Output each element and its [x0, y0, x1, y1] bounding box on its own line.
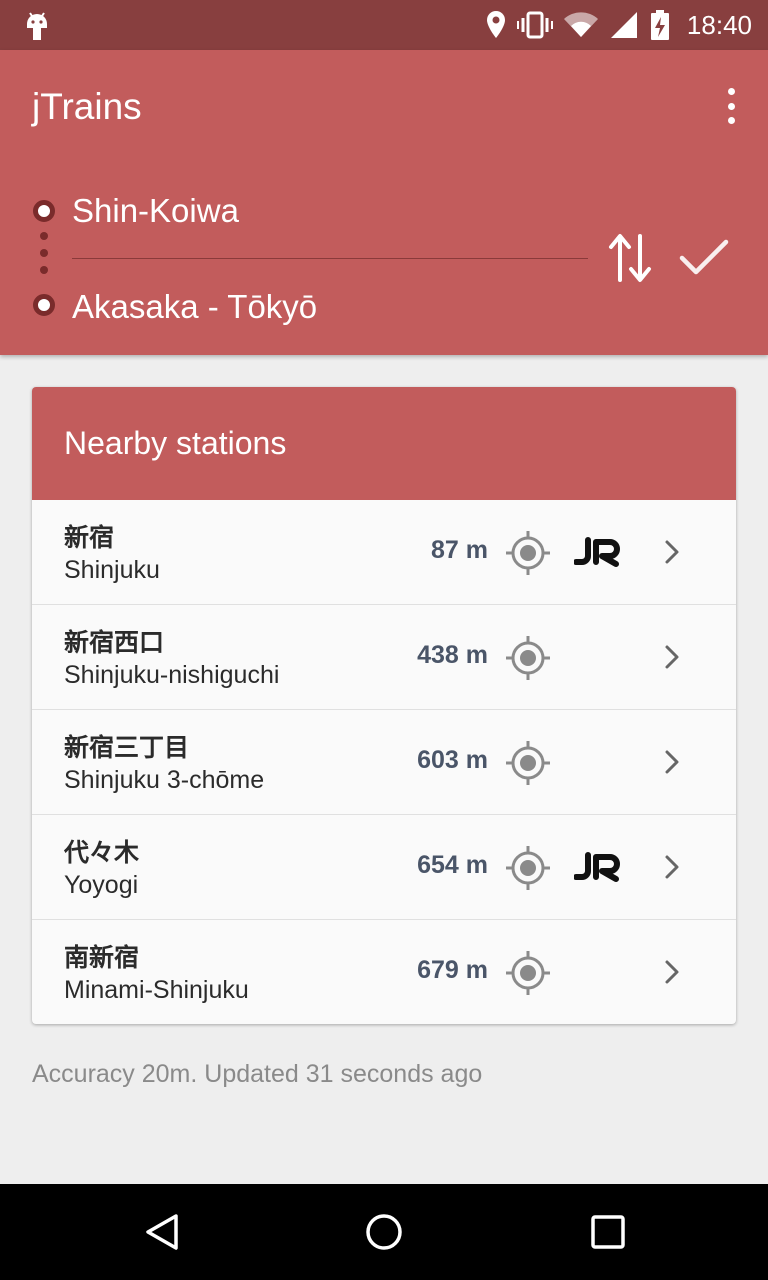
station-name-en: Minami-Shinjuku: [64, 976, 249, 1004]
station-name-jp: 新宿: [64, 523, 115, 552]
locate-icon[interactable]: [504, 634, 552, 682]
chevron-right-icon[interactable]: [658, 643, 686, 671]
station-distance: 438 m: [417, 641, 488, 669]
station-name-en: Shinjuku 3-chōme: [64, 766, 265, 794]
back-icon[interactable]: [140, 1210, 184, 1254]
wifi-icon: [563, 12, 598, 37]
status-bar: 18:40: [0, 0, 768, 50]
destination-dot-icon: [33, 294, 55, 316]
vibrate-icon: [516, 11, 553, 39]
signal-icon: [610, 12, 637, 38]
chevron-right-icon[interactable]: [658, 538, 686, 566]
location-icon: [486, 11, 505, 38]
station-row[interactable]: 新宿 Shinjuku 87 m: [32, 500, 736, 605]
station-name-jp: 新宿三丁目: [64, 733, 190, 762]
jr-logo-icon: [574, 537, 620, 567]
station-list: 新宿 Shinjuku 87 m 新宿西口 Shinjuku-nishiguchi 438…: [32, 500, 736, 1024]
origin-dot-icon: [33, 200, 55, 222]
location-status-text: Accuracy 20m. Updated 31 seconds ago: [32, 1060, 483, 1088]
station-row[interactable]: 南新宿 Minami-Shinjuku 679 m: [32, 920, 736, 1024]
destination-station-field[interactable]: Akasaka - Tōkyō: [72, 288, 317, 326]
locate-icon[interactable]: [504, 844, 552, 892]
recents-icon[interactable]: [586, 1210, 630, 1254]
station-name-jp: 南新宿: [64, 943, 140, 972]
locate-icon[interactable]: [504, 529, 552, 577]
station-name-en: Shinjuku-nishiguchi: [64, 661, 280, 689]
station-distance: 87 m: [431, 536, 488, 564]
card-header: Nearby stations: [32, 387, 736, 500]
battery-charging-icon: [650, 10, 669, 40]
chevron-right-icon[interactable]: [658, 958, 686, 986]
route-dots-icon: [40, 232, 48, 274]
chevron-right-icon[interactable]: [658, 748, 686, 776]
station-row[interactable]: 新宿西口 Shinjuku-nishiguchi 438 m: [32, 605, 736, 710]
station-name-jp: 新宿西口: [64, 628, 165, 657]
card-title: Nearby stations: [64, 425, 287, 461]
jr-logo-icon: [574, 852, 620, 882]
station-name-en: Yoyogi: [64, 871, 139, 899]
route-selector: Shin-Koiwa Akasaka - Tōkyō: [0, 180, 768, 340]
nearby-stations-card: Nearby stations 新宿 Shinjuku 87 m 新宿西口 Shinju…: [32, 387, 736, 1024]
app-title: jTrains: [32, 86, 142, 127]
station-distance: 654 m: [417, 851, 488, 879]
locate-icon[interactable]: [504, 739, 552, 787]
station-row[interactable]: 代々木 Yoyogi 654 m: [32, 815, 736, 920]
station-distance: 679 m: [417, 956, 488, 984]
station-row[interactable]: 新宿三丁目 Shinjuku 3-chōme 603 m: [32, 710, 736, 815]
station-name-jp: 代々木: [64, 838, 140, 867]
station-name-en: Shinjuku: [64, 556, 160, 584]
station-distance: 603 m: [417, 746, 488, 774]
navigation-bar: [0, 1184, 768, 1280]
app-header: jTrains Shin-Koiwa Akasaka - Tōkyō: [0, 50, 768, 355]
home-icon[interactable]: [362, 1210, 406, 1254]
android-icon: [27, 12, 47, 40]
route-divider: [72, 258, 588, 259]
chevron-right-icon[interactable]: [658, 853, 686, 881]
check-icon[interactable]: [678, 236, 730, 280]
swap-vertical-icon[interactable]: [608, 230, 652, 286]
status-time: 18:40: [686, 9, 752, 40]
overflow-menu-icon[interactable]: [724, 88, 738, 124]
origin-station-field[interactable]: Shin-Koiwa: [72, 192, 239, 230]
locate-icon[interactable]: [504, 949, 552, 997]
